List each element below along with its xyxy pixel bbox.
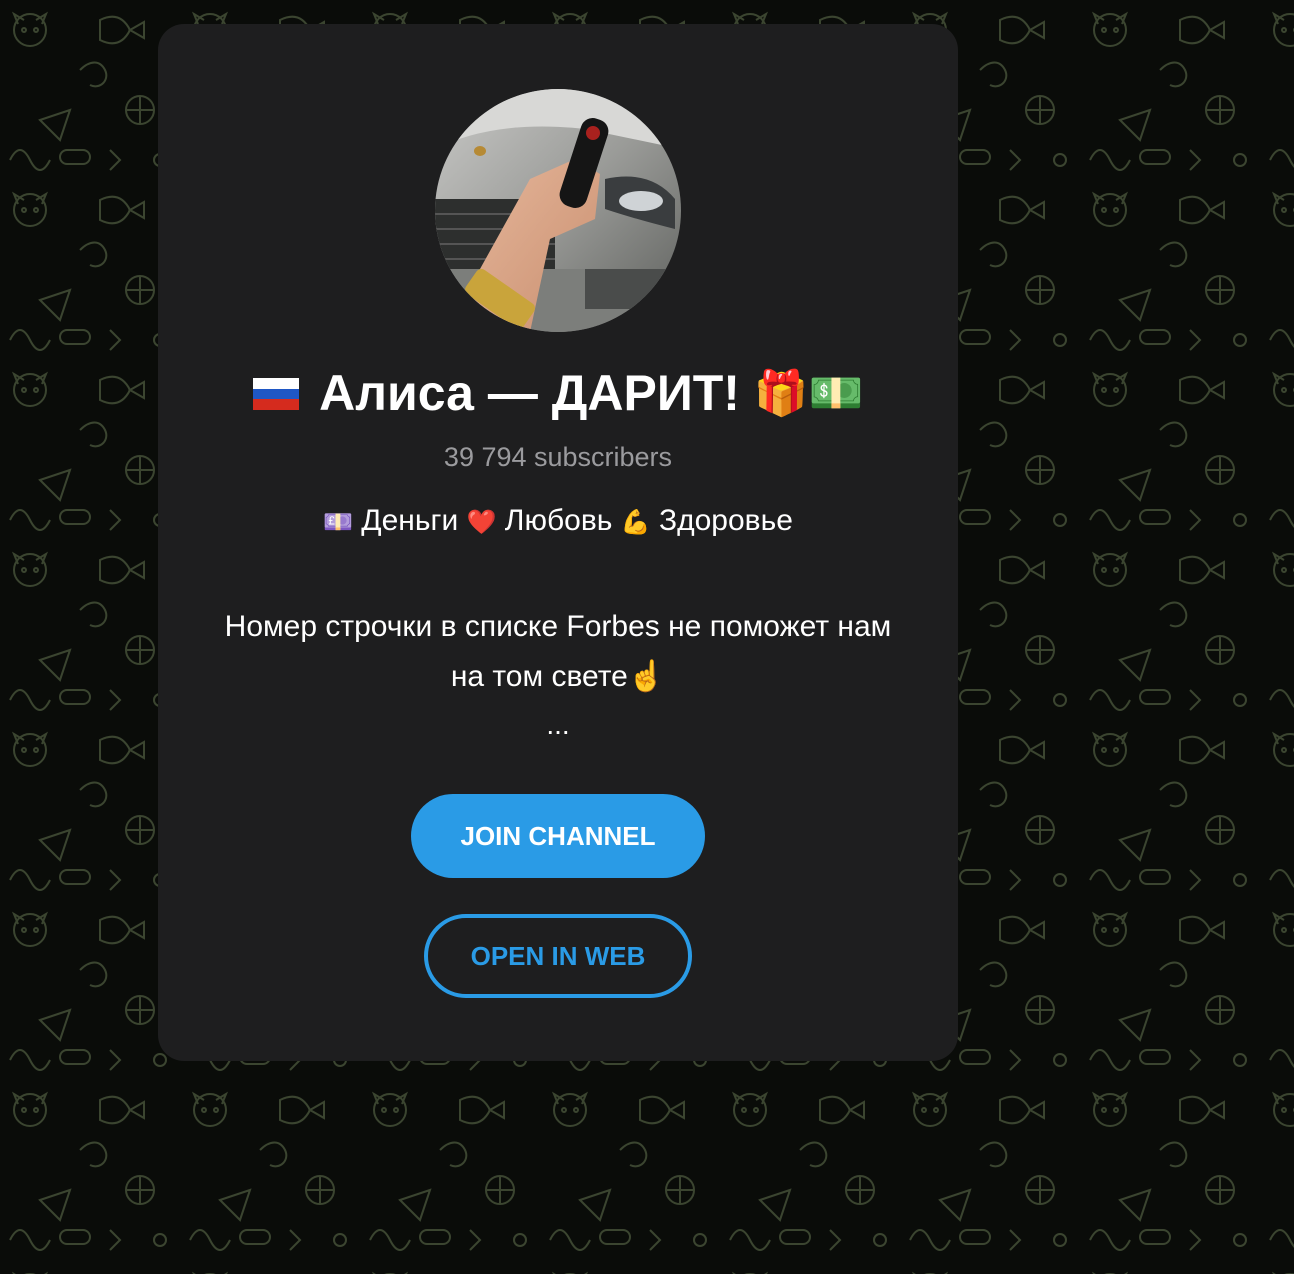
tagline-love: Любовь [504, 504, 613, 537]
description-line-2: на том свете☝️ [450, 660, 666, 693]
join-channel-button[interactable]: JOIN CHANNEL [411, 794, 705, 878]
tagline-health: Здоровье [658, 504, 793, 537]
gift-money-emoji: 🎁💵 [753, 369, 864, 418]
open-in-web-button[interactable]: OPEN IN WEB [424, 914, 692, 998]
description-line-1: Номер строчки в списке Forbes не поможет… [224, 610, 892, 643]
channel-title-text: Алиса — ДАРИТ! [319, 365, 740, 421]
muscle-icon: 💪 [620, 509, 651, 536]
channel-title: Алиса — ДАРИТ! 🎁💵 [158, 364, 958, 422]
russia-flag-icon [252, 371, 310, 413]
channel-card: Алиса — ДАРИТ! 🎁💵 39 794 subscribers 💷 Д… [158, 24, 958, 1061]
subscriber-count: 39 794 subscribers [443, 442, 673, 472]
money-bill-icon: 💷 [323, 509, 353, 536]
tagline-money: Деньги [361, 504, 459, 537]
description-ellipsis: ... [546, 709, 570, 740]
avatar-photo [435, 89, 681, 332]
heart-icon: ❤️ [466, 509, 497, 536]
channel-description: Номер строчки в списке Forbes не поможет… [188, 602, 928, 702]
channel-tagline: 💷 Деньги ❤️ Любовь 💪 Здоровье [158, 504, 958, 538]
channel-avatar [435, 89, 681, 332]
